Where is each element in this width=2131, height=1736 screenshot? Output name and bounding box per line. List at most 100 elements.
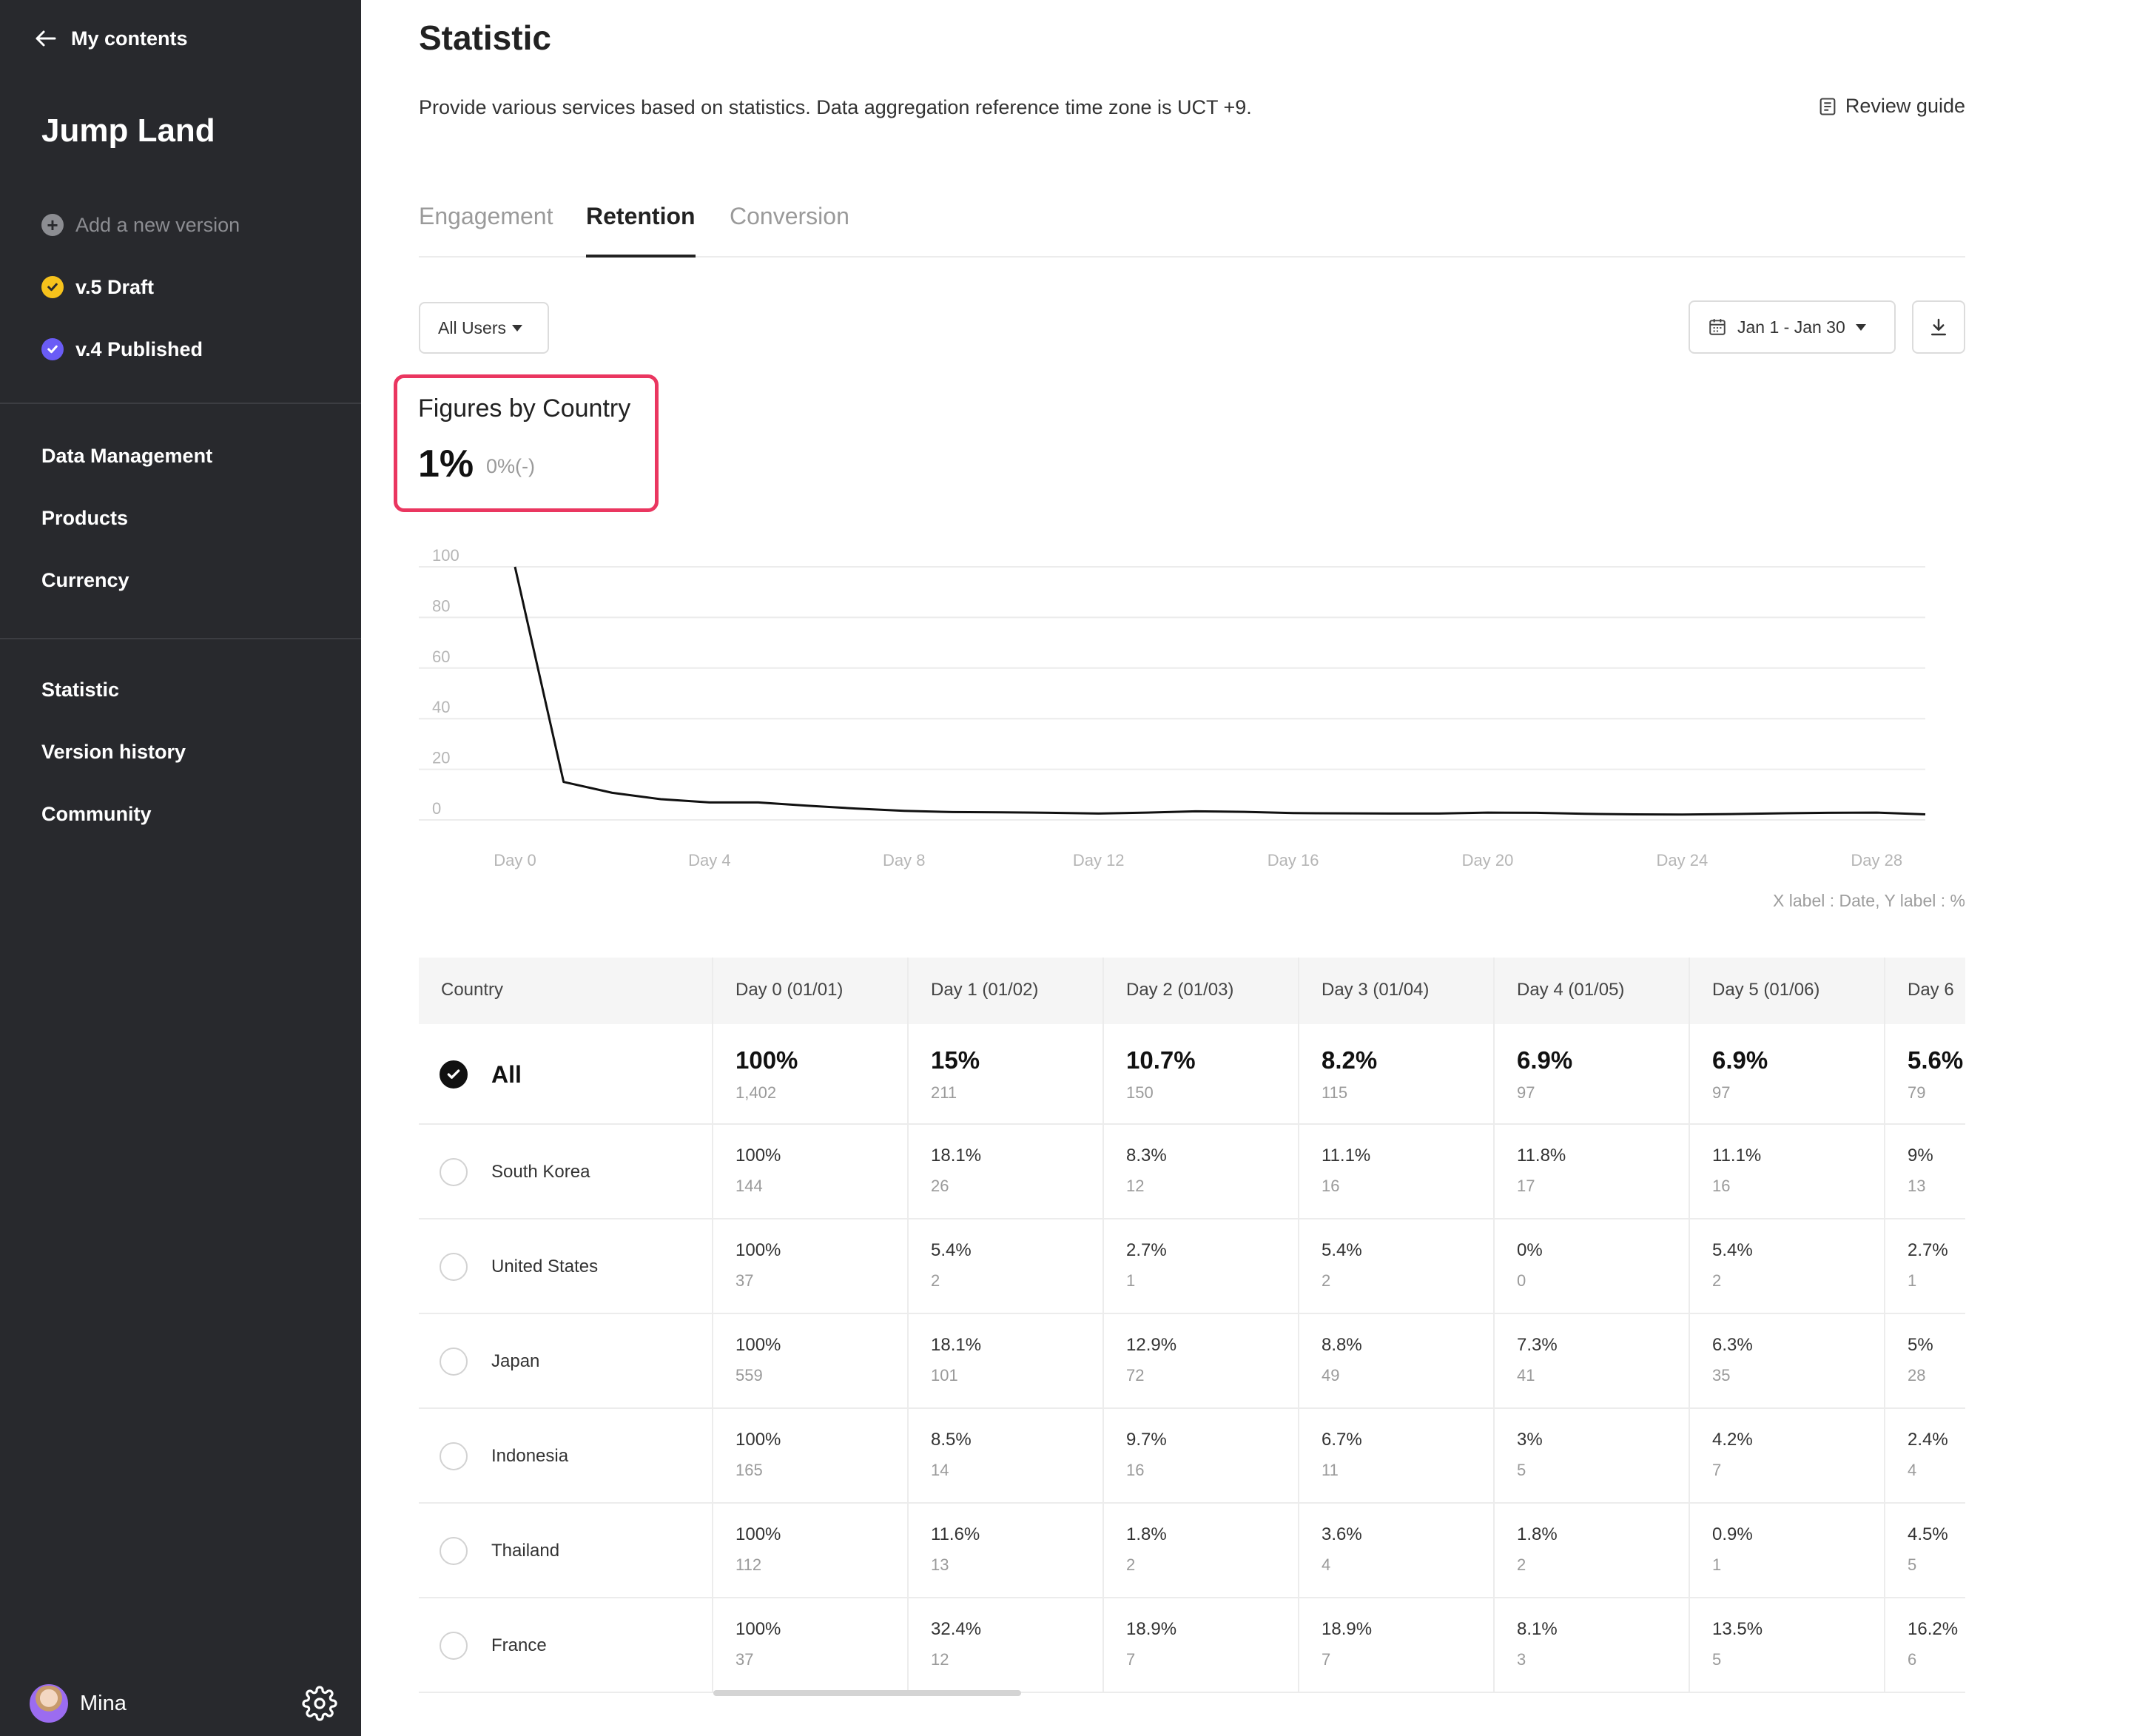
table-row[interactable]: Thailand 100% 112 11.6% 13 1.8% 2 3.6% 4 1.8% 2 0.9…: [419, 1504, 1965, 1598]
retention-percent: 18.1%: [931, 1335, 982, 1355]
table-row[interactable]: South Korea 100% 144 18.1% 26 8.3% 12 11.1% 16 11…: [419, 1125, 1965, 1219]
retention-count: 37: [735, 1271, 754, 1290]
country-name: South Korea: [491, 1162, 590, 1182]
table-row[interactable]: France 100% 37 32.4% 12 18.9% 7 18.9% 7 8.1% 3 13.5…: [419, 1598, 1965, 1693]
project-name: Jump Land: [41, 112, 215, 149]
download-button[interactable]: [1912, 300, 1965, 354]
retention-cell: 16.2% 6: [1885, 1598, 1965, 1692]
retention-cell: 9% 13: [1885, 1125, 1965, 1218]
retention-cell: 5% 28: [1885, 1314, 1965, 1407]
table-row[interactable]: United States 100% 37 5.4% 2 2.7% 1 5.4% 2 0% 0 5.4…: [419, 1219, 1965, 1314]
retention-percent: 5.6%: [1908, 1046, 1964, 1074]
retention-percent: 11.6%: [931, 1524, 980, 1544]
country-cell: France: [419, 1598, 713, 1692]
radio-button[interactable]: [440, 1158, 468, 1186]
retention-cell: 2.4% 4: [1885, 1409, 1965, 1502]
retention-percent: 1.8%: [1517, 1524, 1558, 1544]
retention-percent: 0%: [1517, 1240, 1543, 1260]
x-tick-label: Day 16: [1268, 851, 1319, 869]
table-header-cell: Day 1 (01/02): [909, 958, 1104, 1024]
version-draft[interactable]: v.5 Draft: [41, 271, 154, 303]
tab-conversion[interactable]: Conversion: [730, 203, 849, 258]
retention-count: 2: [1712, 1271, 1722, 1290]
horizontal-scrollbar[interactable]: [713, 1690, 1021, 1696]
retention-cell: 11.1% 16: [1299, 1125, 1495, 1218]
table-row[interactable]: Japan 100% 559 18.1% 101 12.9% 72 8.8% 49 7.3% 41 6…: [419, 1314, 1965, 1409]
nav-item-version-history[interactable]: Version history: [41, 737, 186, 767]
table-row[interactable]: All 100% 1,402 15% 211 10.7% 150 8.2% 115 6.9% 97 6…: [419, 1024, 1965, 1125]
back-to-my-contents[interactable]: My contents: [33, 22, 188, 55]
nav-item-currency[interactable]: Currency: [41, 565, 129, 595]
retention-count: 2: [1126, 1555, 1136, 1574]
back-label: My contents: [71, 27, 188, 50]
date-range-picker[interactable]: Jan 1 - Jan 30: [1689, 300, 1896, 354]
retention-cell: 11.1% 16: [1690, 1125, 1885, 1218]
retention-count: 115: [1322, 1083, 1348, 1102]
retention-percent: 9%: [1908, 1145, 1933, 1165]
gear-icon[interactable]: [302, 1686, 337, 1721]
retention-count: 7: [1126, 1650, 1136, 1669]
radio-button[interactable]: [440, 1632, 468, 1660]
retention-count: 35: [1712, 1366, 1731, 1385]
check-circle-icon: [41, 338, 64, 360]
x-tick-label: Day 12: [1073, 851, 1125, 869]
retention-cell: 6.9% 97: [1495, 1024, 1690, 1123]
retention-cell: 5.4% 2: [1299, 1219, 1495, 1313]
table-row[interactable]: Indonesia 100% 165 8.5% 14 9.7% 16 6.7% 11 3% 5 4.2…: [419, 1409, 1965, 1504]
tab-retention[interactable]: Retention: [586, 203, 696, 258]
nav-item-community[interactable]: Community: [41, 799, 152, 829]
retention-series-line: [514, 566, 1926, 816]
check-circle-icon[interactable]: [440, 1060, 468, 1089]
day-column-header: Day 1 (01/02): [931, 980, 1039, 1000]
retention-percent: 15%: [931, 1046, 980, 1074]
caret-down-icon: [1855, 323, 1866, 331]
retention-percent: 16.2%: [1908, 1619, 1959, 1639]
retention-percent: 9.7%: [1126, 1430, 1167, 1450]
caret-down-icon: [512, 324, 523, 332]
day-column-header: Day 4 (01/05): [1517, 980, 1625, 1000]
retention-cell: 4.2% 7: [1690, 1409, 1885, 1502]
radio-button[interactable]: [440, 1348, 468, 1376]
retention-percent: 7.3%: [1517, 1335, 1558, 1355]
download-icon: [1931, 318, 1946, 336]
retention-cell: 6.3% 35: [1690, 1314, 1885, 1407]
country-name: Thailand: [491, 1541, 560, 1561]
add-version-button[interactable]: + Add a new version: [41, 209, 240, 241]
retention-cell: 18.1% 26: [909, 1125, 1104, 1218]
table-header-cell: Day 2 (01/03): [1104, 958, 1299, 1024]
country-cell: South Korea: [419, 1125, 713, 1218]
retention-percent: 5.4%: [1712, 1240, 1753, 1260]
version-published[interactable]: v.4 Published: [41, 333, 203, 366]
nav-item-data-management[interactable]: Data Management: [41, 441, 212, 471]
nav-item-products[interactable]: Products: [41, 503, 128, 533]
tab-engagement[interactable]: Engagement: [419, 203, 553, 258]
x-tick-label: Day 28: [1851, 851, 1902, 869]
retention-count: 1: [1908, 1271, 1917, 1290]
retention-percent: 6.3%: [1712, 1335, 1753, 1355]
retention-count: 7: [1712, 1461, 1722, 1479]
day-column-header: Day 5 (01/06): [1712, 980, 1820, 1000]
retention-count: 13: [1908, 1177, 1926, 1195]
retention-cell: 3% 5: [1495, 1409, 1690, 1502]
retention-percent: 5.4%: [931, 1240, 972, 1260]
retention-count: 6: [1908, 1650, 1917, 1669]
y-tick-label: 20: [432, 749, 450, 767]
document-icon: [1819, 97, 1836, 115]
user-name: Mina: [80, 1691, 127, 1715]
review-guide-link[interactable]: Review guide: [1817, 95, 1965, 118]
retention-count: 26: [931, 1177, 949, 1195]
retention-cell: 8.5% 14: [909, 1409, 1104, 1502]
retention-percent: 2.7%: [1126, 1240, 1167, 1260]
radio-button[interactable]: [440, 1442, 468, 1470]
retention-cell: 2.7% 1: [1885, 1219, 1965, 1313]
radio-button[interactable]: [440, 1253, 468, 1281]
radio-button[interactable]: [440, 1537, 468, 1565]
table-header-cell: Day 5 (01/06): [1690, 958, 1885, 1024]
check-circle-icon: [41, 276, 64, 298]
retention-cell: 100% 37: [713, 1598, 909, 1692]
retention-count: 17: [1517, 1177, 1535, 1195]
retention-count: 13: [931, 1555, 949, 1574]
user-profile[interactable]: Mina: [30, 1684, 127, 1723]
users-filter-dropdown[interactable]: All Users: [419, 302, 549, 354]
nav-item-statistic[interactable]: Statistic: [41, 675, 119, 704]
